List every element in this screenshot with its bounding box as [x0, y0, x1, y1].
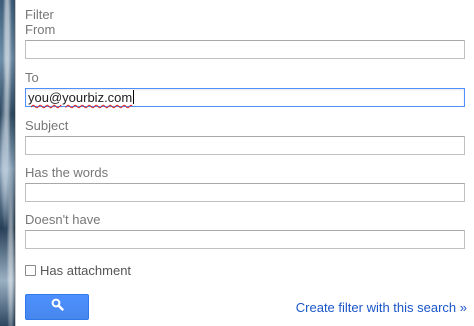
has-words-field[interactable] — [25, 183, 465, 202]
search-button[interactable] — [25, 294, 89, 320]
filter-panel: Filter From To you@yourbiz.com Subject H… — [15, 0, 474, 326]
filter-title: Filter — [25, 7, 54, 22]
to-field[interactable]: you@yourbiz.com — [25, 88, 465, 107]
create-filter-link[interactable]: Create filter with this search » — [296, 300, 467, 315]
to-label: To — [25, 70, 39, 85]
filter-dialog-screen: Filter From To you@yourbiz.com Subject H… — [0, 0, 474, 326]
has-attachment-checkbox[interactable] — [25, 265, 36, 276]
from-field[interactable] — [25, 40, 465, 59]
doesnt-have-field[interactable] — [25, 230, 465, 249]
magnifier-icon — [51, 298, 64, 316]
has-attachment-row: Has attachment — [25, 263, 131, 278]
doesnt-have-label: Doesn't have — [25, 212, 101, 227]
subject-field[interactable] — [25, 136, 465, 155]
has-attachment-label[interactable]: Has attachment — [40, 263, 131, 278]
text-caret — [133, 90, 135, 104]
from-label: From — [25, 22, 56, 37]
subject-label: Subject — [25, 118, 69, 133]
to-field-value: you@yourbiz.com — [28, 90, 133, 105]
has-words-label: Has the words — [25, 165, 109, 180]
